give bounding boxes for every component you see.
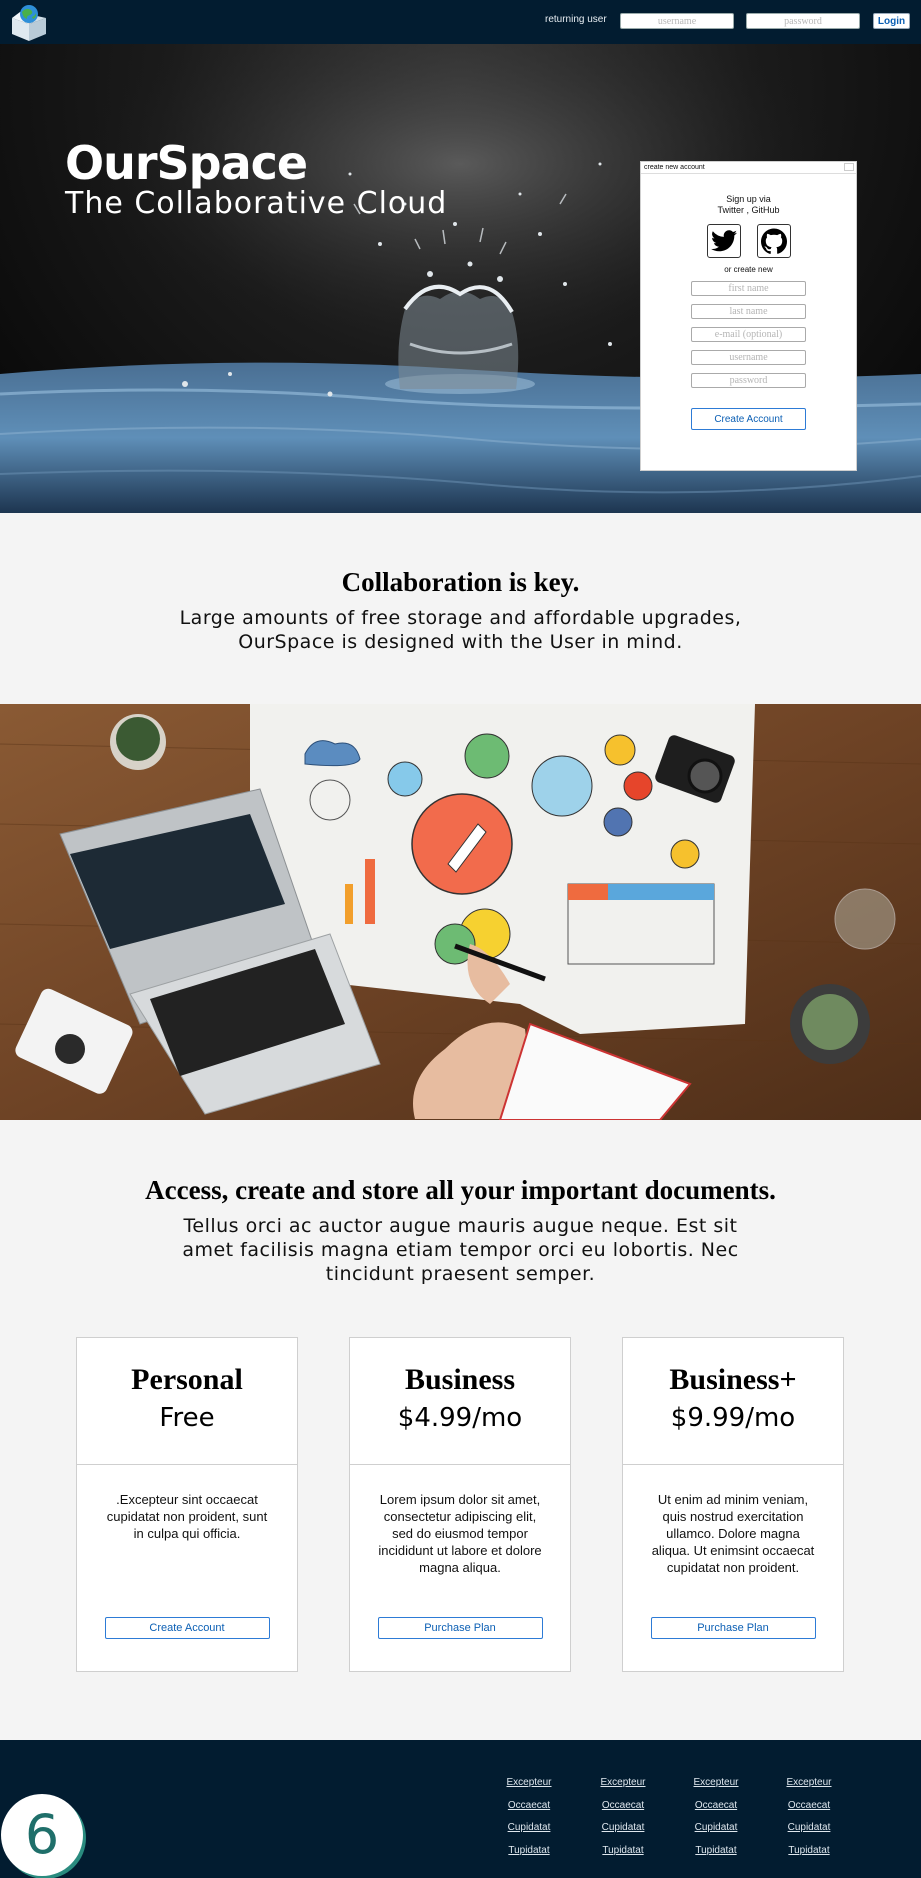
first-name-field[interactable] — [691, 281, 806, 296]
signup-via-line1: Sign up via — [726, 194, 771, 204]
top-navbar: returning user Login — [0, 0, 921, 44]
footer-column-2: Excepteur Occaecat Cupidatat Tupidatat — [583, 1772, 663, 1862]
documents-text: Tellus orci ac auctor augue mauris augue… — [0, 1214, 921, 1286]
documents-text-line1: Tellus orci ac auctor augue mauris augue… — [183, 1215, 738, 1237]
plan-description: .Excepteur sint occaecat cupidatat non p… — [106, 1492, 268, 1541]
footer-link[interactable]: Excepteur — [769, 1772, 849, 1795]
plan-description: Lorem ipsum dolor sit amet, consectetur … — [378, 1492, 542, 1575]
documents-heading: Access, create and store all your import… — [145, 1175, 776, 1205]
signup-panel-title: create new account — [644, 164, 705, 171]
signup-username-field[interactable] — [691, 350, 806, 365]
returning-user-label: returning user — [545, 14, 607, 25]
collaboration-text-line2: OurSpace is designed with the User in mi… — [238, 631, 683, 653]
footer-link[interactable]: Excepteur — [676, 1772, 756, 1795]
email-field[interactable] — [691, 327, 806, 342]
create-account-plan-button[interactable]: Create Account — [104, 1617, 270, 1639]
brand-tagline: The Collaborative Cloud — [65, 186, 448, 221]
footer-link[interactable]: Occaecat — [583, 1795, 663, 1818]
badge-6-icon: 6 — [1, 1794, 83, 1876]
signup-via-line2: Twitter , GitHub — [717, 205, 780, 215]
last-name-field[interactable] — [691, 304, 806, 319]
plan-price: $9.99/mo — [670, 1403, 796, 1433]
plan-name: Personal — [131, 1363, 243, 1396]
login-button[interactable]: Login — [873, 13, 910, 29]
logo-box-globe-icon[interactable] — [8, 2, 50, 42]
plan-name: Business+ — [669, 1363, 797, 1396]
purchase-business-button[interactable]: Purchase Plan — [377, 1617, 543, 1639]
plan-card-business: Business $4.99/mo Lorem ipsum dolor sit … — [349, 1337, 571, 1672]
plan-card-header: Business+ $9.99/mo — [623, 1338, 843, 1465]
create-account-button[interactable]: Create Account — [691, 408, 806, 430]
social-login-group — [641, 224, 856, 258]
brand-title: OurSpace — [65, 136, 308, 190]
documents-text-line3: tincidunt praesent semper. — [325, 1263, 596, 1285]
documents-text-line2: amet facilisis magna etiam tempor orci e… — [182, 1239, 739, 1261]
footer-column-1: Excepteur Occaecat Cupidatat Tupidatat — [489, 1772, 569, 1862]
footer-link[interactable]: Tupidatat — [769, 1840, 849, 1863]
signup-panel-header: create new account — [641, 162, 856, 174]
plan-card-header: Business $4.99/mo — [350, 1338, 570, 1465]
footer-column-3: Excepteur Occaecat Cupidatat Tupidatat — [676, 1772, 756, 1862]
badge-number: 6 — [24, 1803, 60, 1866]
collaboration-heading: Collaboration is key. — [341, 567, 580, 597]
password-input[interactable] — [746, 13, 860, 29]
github-icon — [760, 228, 787, 254]
footer-column-4: Excepteur Occaecat Cupidatat Tupidatat — [769, 1772, 849, 1862]
plan-name: Business — [404, 1363, 516, 1396]
or-create-new-text: or create new — [724, 265, 773, 274]
footer-link[interactable]: Cupidatat — [489, 1817, 569, 1840]
username-input[interactable] — [620, 13, 734, 29]
github-login-button[interactable] — [756, 224, 791, 258]
signup-via-text: Sign up via Twitter , GitHub — [641, 194, 856, 216]
close-icon[interactable] — [844, 163, 854, 171]
collaboration-text: Large amounts of free storage and afford… — [0, 606, 921, 654]
plan-price: Free — [159, 1403, 215, 1433]
footer-link[interactable]: Occaecat — [769, 1795, 849, 1818]
plan-price: $4.99/mo — [397, 1403, 523, 1433]
signup-password-field[interactable] — [691, 373, 806, 388]
footer-link[interactable]: Excepteur — [583, 1772, 663, 1795]
footer-link[interactable]: Excepteur — [489, 1772, 569, 1795]
footer-link[interactable]: Cupidatat — [769, 1817, 849, 1840]
plan-description: Ut enim ad minim veniam, quis nostrud ex… — [651, 1492, 815, 1575]
footer-link[interactable]: Occaecat — [676, 1795, 756, 1818]
purchase-business-plus-button[interactable]: Purchase Plan — [650, 1617, 816, 1639]
collaboration-text-line1: Large amounts of free storage and afford… — [179, 607, 742, 629]
twitter-login-button[interactable] — [706, 224, 741, 258]
footer-link[interactable]: Cupidatat — [676, 1817, 756, 1840]
signup-panel: create new account Sign up via Twitter ,… — [640, 161, 857, 471]
hero-section: OurSpace The Collaborative Cloud create … — [0, 44, 921, 513]
footer-link[interactable]: Occaecat — [489, 1795, 569, 1818]
footer-link[interactable]: Cupidatat — [583, 1817, 663, 1840]
plan-card-header: Personal Free — [77, 1338, 297, 1465]
footer-link[interactable]: Tupidatat — [583, 1840, 663, 1863]
plan-card-business-plus: Business+ $9.99/mo Ut enim ad minim veni… — [622, 1337, 844, 1672]
twitter-icon — [710, 230, 737, 252]
plan-card-personal: Personal Free .Excepteur sint occaecat c… — [76, 1337, 298, 1672]
footer-link[interactable]: Tupidatat — [489, 1840, 569, 1863]
footer-link[interactable]: Tupidatat — [676, 1840, 756, 1863]
collaboration-desk-image — [0, 704, 921, 1120]
footer: 6 Excepteur Occaecat Cupidatat Tupidatat… — [0, 1740, 921, 1878]
